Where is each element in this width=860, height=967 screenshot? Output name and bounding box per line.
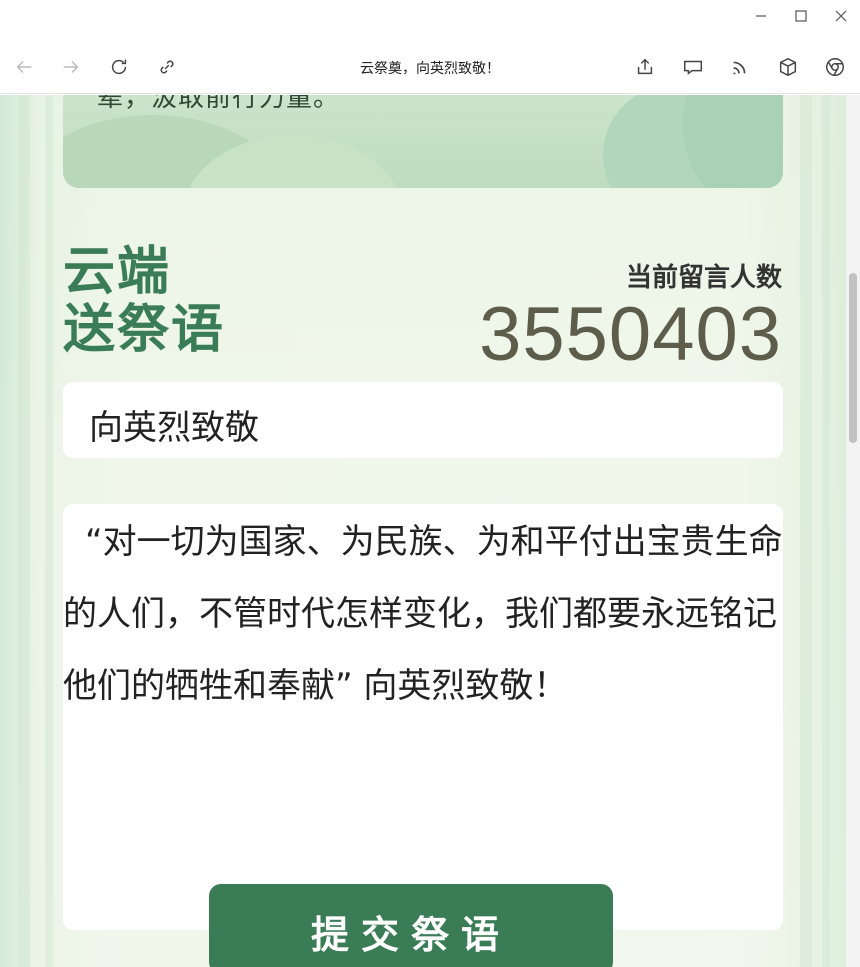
background-stripe xyxy=(800,95,812,967)
banner-text: 辈，汲取前行力量。 xyxy=(97,95,341,113)
message-count-value: 3550403 xyxy=(479,292,782,377)
background-stripe xyxy=(18,95,30,967)
background-stripe xyxy=(822,95,830,967)
scrollbar-thumb[interactable] xyxy=(849,273,857,443)
name-input[interactable]: 向英烈致敬 xyxy=(63,382,783,458)
cast-icon[interactable] xyxy=(679,53,707,81)
minimize-icon[interactable] xyxy=(746,4,776,28)
share-icon[interactable] xyxy=(631,53,659,81)
message-count-label: 当前留言人数 xyxy=(625,263,782,293)
message-textarea[interactable]: “对一切为国家、为民族、为和平付出宝贵生命的人们，不管时代怎样变化，我们都要永远… xyxy=(63,504,783,930)
rss-icon[interactable] xyxy=(726,53,754,81)
submit-button-label: 提交祭语 xyxy=(310,912,511,957)
submit-button[interactable]: 提交祭语 xyxy=(209,884,613,967)
hill-decoration xyxy=(683,95,783,188)
chrome-icon[interactable] xyxy=(821,53,849,81)
page-viewport: 辈，汲取前行力量。 云端 送祭语 当前留言人数 3550403 向英烈致敬 “对… xyxy=(0,95,860,967)
intro-banner: 辈，汲取前行力量。 xyxy=(63,95,783,188)
name-input-value: 向英烈致敬 xyxy=(89,408,259,448)
browser-toolbar: 云祭奠，向英烈致敬！ xyxy=(0,40,860,94)
background-stripe xyxy=(45,95,53,967)
page-scrollbar[interactable] xyxy=(846,95,860,967)
message-text: “对一切为国家、为民族、为和平付出宝贵生命的人们，不管时代怎样变化，我们都要永远… xyxy=(63,522,783,706)
maximize-icon[interactable] xyxy=(786,4,816,28)
close-icon[interactable] xyxy=(826,4,856,28)
section-title: 云端 送祭语 xyxy=(63,243,225,359)
window-titlebar xyxy=(0,0,860,40)
title-line-2: 送祭语 xyxy=(63,300,226,360)
title-line-1: 云端 xyxy=(63,242,172,302)
extension-icon[interactable] xyxy=(774,53,802,81)
